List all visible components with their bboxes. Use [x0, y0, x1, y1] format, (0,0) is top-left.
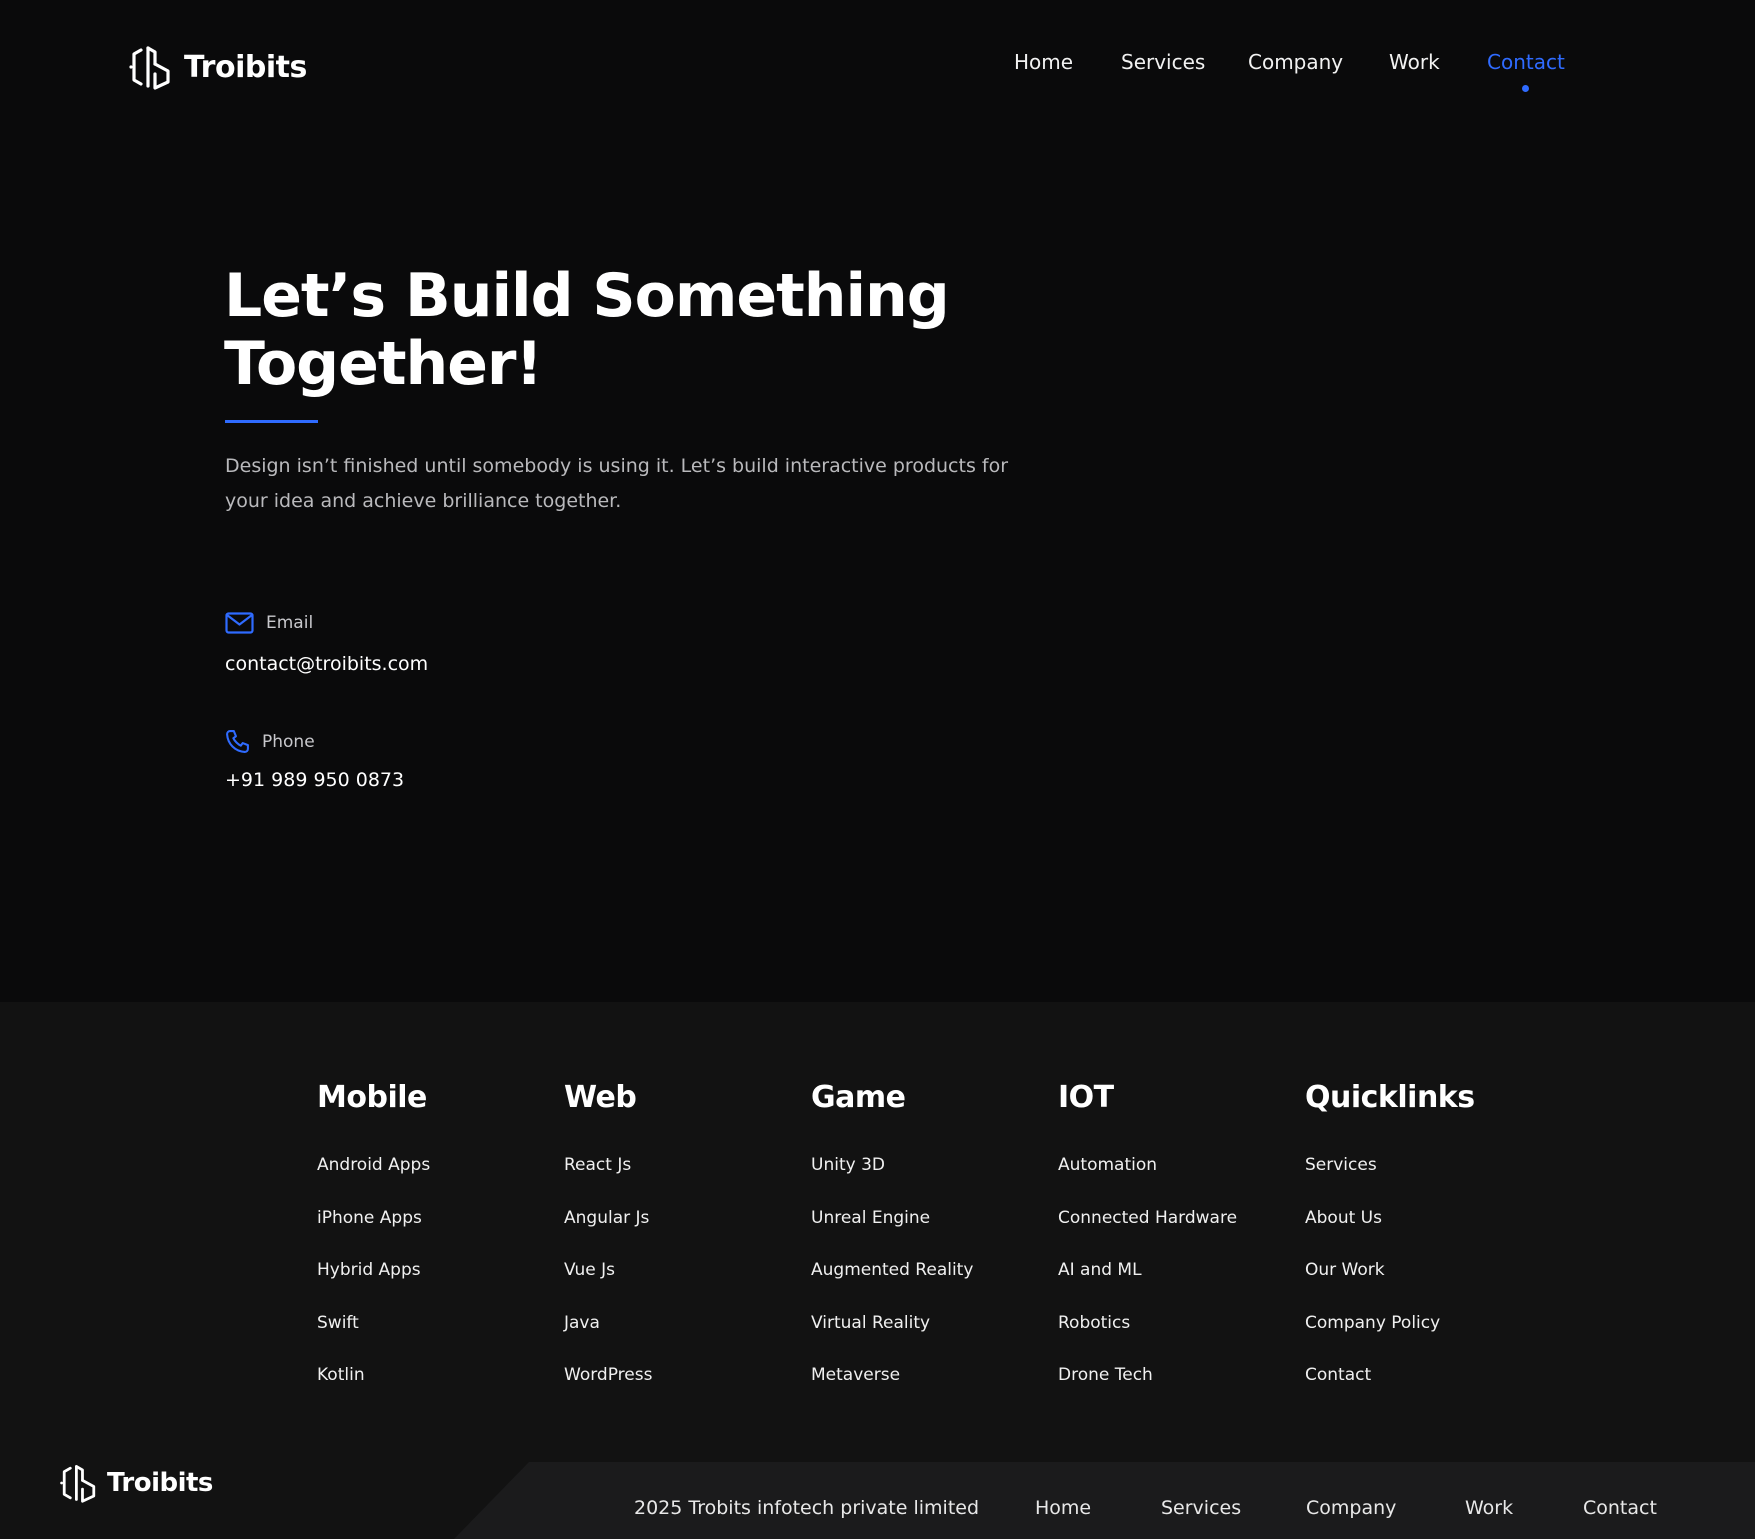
footer-column-game: Game Unity 3D Unreal Engine Augmented Re… [811, 1080, 973, 1413]
footer-link[interactable]: Vue Js [564, 1255, 652, 1308]
footer-brand-name: Troibits [107, 1468, 213, 1498]
footer-link[interactable]: Services [1305, 1150, 1475, 1203]
footer-link[interactable]: iPhone Apps [317, 1203, 430, 1256]
footer-nav-services[interactable]: Services [1161, 1497, 1241, 1519]
email-label-row: Email [225, 612, 313, 634]
mail-icon [225, 612, 254, 634]
footer-link[interactable]: Java [564, 1308, 652, 1361]
troibits-logo-icon [60, 1465, 96, 1503]
footer-column-mobile: Mobile Android Apps iPhone Apps Hybrid A… [317, 1080, 430, 1413]
footer-brand-logo[interactable]: Troibits [59, 1462, 213, 1504]
page-title: Let’s Build Something Together! [224, 261, 950, 399]
footer-link[interactable]: Drone Tech [1058, 1360, 1237, 1413]
footer-link[interactable]: React Js [564, 1150, 652, 1203]
footer-link[interactable]: Swift [317, 1308, 430, 1361]
site-header: Troibits Home Services Company Work Cont… [0, 0, 1755, 130]
nav-contact[interactable]: Contact [1487, 50, 1565, 74]
footer-column-iot: IOT Automation Connected Hardware AI and… [1058, 1080, 1237, 1413]
copyright-text: 2025 Trobits infotech private limited [634, 1497, 980, 1519]
footer-nav-company[interactable]: Company [1306, 1497, 1396, 1519]
footer-column-title: Game [811, 1080, 906, 1115]
footer-nav-home[interactable]: Home [1035, 1497, 1091, 1519]
footer-link[interactable]: Contact [1305, 1360, 1475, 1413]
brand-name: Troibits [184, 49, 307, 85]
footer-nav-contact[interactable]: Contact [1583, 1497, 1657, 1519]
footer-column-title: Web [564, 1080, 637, 1115]
footer-nav-work[interactable]: Work [1465, 1497, 1513, 1519]
nav-services[interactable]: Services [1121, 50, 1205, 74]
nav-company[interactable]: Company [1248, 50, 1343, 74]
phone-number-link[interactable]: +91 989 950 0873 [225, 769, 404, 791]
nav-home[interactable]: Home [1014, 50, 1073, 74]
email-label: Email [266, 613, 314, 633]
hero-description: Design isn’t finished until somebody is … [225, 455, 1009, 512]
troibits-logo-icon [129, 46, 170, 90]
footer-link[interactable]: Automation [1058, 1150, 1237, 1203]
footer-link[interactable]: Angular Js [564, 1203, 652, 1256]
footer-link[interactable]: Augmented Reality [811, 1255, 973, 1308]
brand-logo[interactable]: Troibits [128, 44, 307, 90]
active-nav-indicator [1522, 85, 1529, 92]
footer-link[interactable]: WordPress [564, 1360, 652, 1413]
footer-link[interactable]: Unity 3D [811, 1150, 973, 1203]
footer-column-web: Web React Js Angular Js Vue Js Java Word… [564, 1080, 652, 1413]
footer-link[interactable]: Metaverse [811, 1360, 973, 1413]
phone-label-row: Phone [225, 729, 315, 754]
footer-column-title: Mobile [317, 1080, 427, 1115]
nav-work[interactable]: Work [1389, 50, 1440, 74]
email-address-link[interactable]: contact@troibits.com [225, 653, 428, 675]
footer-column-quicklinks: Quicklinks Services About Us Our Work Co… [1305, 1080, 1475, 1413]
footer-link[interactable]: Kotlin [317, 1360, 430, 1413]
phone-icon [226, 730, 249, 753]
footer-link[interactable]: About Us [1305, 1203, 1475, 1256]
footer-column-title: Quicklinks [1305, 1080, 1475, 1115]
footer-link[interactable]: Virtual Reality [811, 1308, 973, 1361]
footer-link[interactable]: Company Policy [1305, 1308, 1475, 1361]
footer-link[interactable]: Connected Hardware [1058, 1203, 1237, 1256]
title-underline [225, 420, 318, 423]
footer-link[interactable]: AI and ML [1058, 1255, 1237, 1308]
footer-link[interactable]: Unreal Engine [811, 1203, 973, 1256]
footer-link[interactable]: Hybrid Apps [317, 1255, 430, 1308]
phone-label: Phone [262, 731, 315, 752]
footer-column-title: IOT [1058, 1080, 1114, 1115]
footer-link[interactable]: Android Apps [317, 1150, 430, 1203]
footer-link[interactable]: Our Work [1305, 1255, 1475, 1308]
footer-link[interactable]: Robotics [1058, 1308, 1237, 1361]
